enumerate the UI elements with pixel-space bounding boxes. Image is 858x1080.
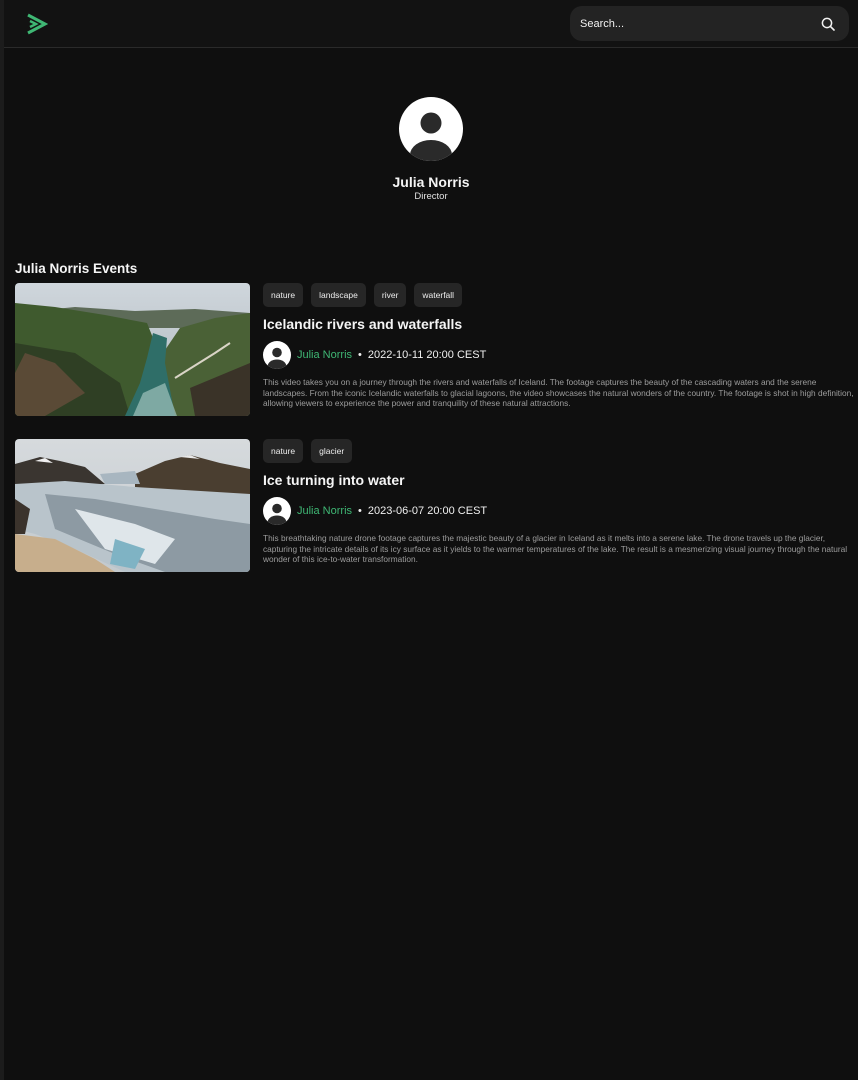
logo-icon[interactable] (26, 13, 48, 35)
page: Julia Norris Director Julia Norris Event… (0, 0, 858, 1080)
events-section-title: Julia Norris Events (15, 261, 138, 276)
tag[interactable]: waterfall (414, 283, 463, 307)
event-card[interactable]: nature landscape river waterfall Iceland… (4, 283, 858, 416)
event-datetime: 2023-06-07 20:00 CEST (367, 505, 488, 517)
event-thumbnail[interactable] (15, 283, 250, 416)
tag[interactable]: landscape (311, 283, 366, 307)
profile-role: Director (414, 191, 448, 202)
profile-card: Julia Norris Director (4, 97, 858, 202)
tag[interactable]: river (373, 283, 407, 307)
search-input[interactable] (580, 17, 780, 30)
search-icon[interactable] (821, 17, 835, 31)
profile-name: Julia Norris (392, 174, 470, 190)
avatar (263, 341, 291, 369)
avatar (263, 497, 291, 525)
search-box[interactable] (570, 6, 849, 41)
event-meta: Julia Norris • 2023-06-07 20:00 CEST (263, 497, 854, 525)
event-card[interactable]: nature glacier Ice turning into water Ju… (4, 439, 858, 572)
event-description: This breathtaking nature drone footage c… (263, 533, 848, 564)
event-list: nature landscape river waterfall Iceland… (4, 283, 858, 572)
meta-separator: • (358, 505, 362, 517)
avatar (399, 97, 463, 161)
top-bar (4, 0, 858, 48)
event-description: This video takes you on a journey throug… (263, 377, 854, 408)
event-title[interactable]: Icelandic rivers and waterfalls (263, 316, 854, 332)
meta-separator: • (358, 349, 362, 361)
river-canyon-image (15, 283, 250, 416)
tag[interactable]: glacier (311, 439, 353, 463)
tag-list: nature landscape river waterfall (263, 283, 854, 307)
tag[interactable]: nature (263, 439, 304, 463)
event-meta: Julia Norris • 2022-10-11 20:00 CEST (263, 341, 854, 369)
event-details: nature glacier Ice turning into water Ju… (263, 439, 854, 565)
event-thumbnail[interactable] (15, 439, 250, 572)
glacier-image (15, 439, 250, 572)
event-details: nature landscape river waterfall Iceland… (263, 283, 854, 409)
event-datetime: 2022-10-11 20:00 CEST (367, 349, 487, 361)
author-link[interactable]: Julia Norris (297, 349, 352, 361)
tag[interactable]: nature (263, 283, 304, 307)
event-title[interactable]: Ice turning into water (263, 472, 854, 488)
author-link[interactable]: Julia Norris (297, 505, 352, 517)
tag-list: nature glacier (263, 439, 854, 463)
